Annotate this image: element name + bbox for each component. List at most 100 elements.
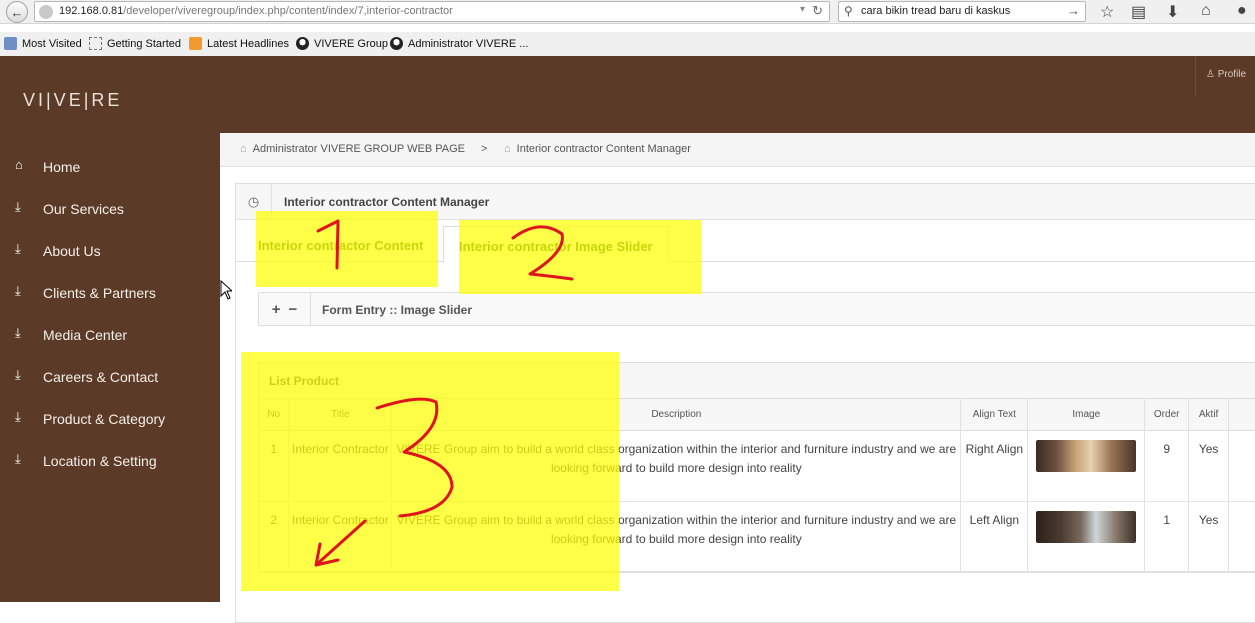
url-dropdown-icon[interactable]: ▾ [800,4,805,15]
most-visited-icon [4,37,17,50]
profile-button[interactable]: ♙ Profile [1195,56,1255,96]
breadcrumb: ⌂ Administrator VIVERE GROUP WEB PAGE > ⌂… [220,133,1255,167]
column-header-align-text: Align Text [960,399,1029,431]
bookmark-vivere-group[interactable]: VIVERE Group [296,37,388,50]
downloads-icon[interactable]: ⬇ [1166,2,1179,22]
download-circle-icon: ⤓ [15,451,21,466]
sidebar-item-home[interactable]: ⌂ Home [0,150,220,180]
sidebar: ⌂ Home ⤓ Our Services ⤓ About Us ⤓ Clients &… [0,133,220,602]
content-manager-widget: ◷ Interior contractor Content Manager In… [235,183,1255,623]
bookmark-most-visited[interactable]: Most Visited [4,37,82,50]
cell-no: 1 [259,430,290,502]
cell-actions [1228,501,1255,573]
sidebar-item-product-category[interactable]: ⤓ Product & Category [0,402,220,432]
address-bar[interactable]: 192.168.0.81/developer/viveregroup/index… [34,1,830,22]
slider-thumbnail[interactable] [1036,439,1137,472]
sidebar-item-clients-partners[interactable]: ⤓ Clients & Partners [0,276,220,306]
globe-icon [39,5,53,19]
rss-icon [189,37,202,50]
download-circle-icon: ⤓ [15,367,21,382]
cell-aktif: Yes [1188,501,1230,573]
widget-title: Interior contractor Content Manager [284,195,490,209]
breadcrumb-root[interactable]: ⌂ Administrator VIVERE GROUP WEB PAGE [240,143,465,155]
product-table: No Title Description Align Text Image Or… [259,399,1255,573]
cell-no: 2 [259,501,290,573]
cell-aktif: Yes [1188,430,1230,502]
table-row: 2 Interior Contractor VIVERE Group aim t… [259,501,1255,573]
column-header-title: Title [288,399,393,431]
home-icon: ⌂ [15,157,23,172]
browser-search-box[interactable]: ⚲ → [838,1,1086,22]
download-circle-icon: ⤓ [15,241,21,256]
bookmark-getting-started[interactable]: Getting Started [89,37,181,50]
home-icon: ⌂ [240,143,247,155]
search-icon: ⚲ [844,4,853,18]
page-icon [89,37,102,50]
reload-icon[interactable]: ↻ [812,3,823,19]
cell-align: Left Align [960,501,1029,573]
cell-title: Interior Contractor [288,501,393,573]
cell-image [1027,501,1146,573]
tab-interior-contractor-image-slider[interactable]: Interior contractor Image Slider [443,226,669,263]
column-header-description: Description [391,399,962,431]
sidebar-item-media-center[interactable]: ⤓ Media Center [0,318,220,348]
download-circle-icon: ⤓ [15,409,21,424]
bookmarks-list-icon[interactable]: ▤ [1131,2,1146,22]
form-entry-panel[interactable]: + − Form Entry :: Image Slider [258,292,1255,326]
minus-icon[interactable]: − [289,301,298,318]
sidebar-item-our-services[interactable]: ⤓ Our Services [0,192,220,222]
search-go-icon[interactable]: → [1067,3,1080,18]
bookmarks-toolbar: Most Visited Getting Started Latest Head… [0,32,1255,56]
cell-description: VIVERE Group aim to build a world class … [391,430,962,502]
tux-icon [390,37,403,50]
bookmark-star-icon[interactable]: ☆ [1100,2,1114,22]
form-entry-title: Form Entry :: Image Slider [322,303,473,317]
url-text: 192.168.0.81/developer/viveregroup/index… [59,5,453,17]
table-row: 1 Interior Contractor VIVERE Group aim t… [259,430,1255,502]
home-icon: ⌂ [504,143,511,155]
download-circle-icon: ⤓ [15,325,21,340]
mouse-cursor-icon [220,280,232,300]
cell-actions [1228,430,1255,502]
column-header-actions [1228,399,1255,431]
cell-order: 9 [1144,430,1190,502]
browser-toolbar: ← 192.168.0.81/developer/viveregroup/ind… [0,0,1255,24]
sidebar-item-careers-contact[interactable]: ⤓ Careers & Contact [0,360,220,390]
user-icon: ♙ [1206,69,1215,80]
slider-thumbnail[interactable] [1036,510,1137,543]
vivere-logo[interactable]: VI|VE|RE [23,90,122,111]
table-header-row: No Title Description Align Text Image Or… [259,399,1255,431]
chat-icon[interactable]: ● [1237,2,1247,20]
home-browser-icon[interactable]: ⌂ [1201,2,1211,20]
column-header-image: Image [1027,399,1146,431]
tab-interior-contractor-content[interactable]: Interior contractor Content [258,226,423,263]
list-product-title: List Product [269,374,340,388]
list-product-header: List Product [259,363,1255,399]
browser-search-input[interactable] [861,5,1061,17]
tab-bar: Interior contractor Content Interior con… [236,220,1255,263]
widget-header: ◷ Interior contractor Content Manager [236,184,1255,220]
tux-icon [296,37,309,50]
form-toggle-icons: + − [259,293,311,325]
back-button[interactable]: ← [6,1,28,23]
cell-image [1027,430,1146,502]
breadcrumb-separator: > [481,143,488,155]
main-content: ⌂ Administrator VIVERE GROUP WEB PAGE > ⌂… [220,133,1255,623]
list-product-panel: List Product No Title Description Align … [258,362,1255,573]
download-circle-icon: ⤓ [15,283,21,298]
cell-description: VIVERE Group aim to build a world class … [391,501,962,573]
bookmark-administrator-vivere[interactable]: Administrator VIVERE ... [390,37,528,50]
app-header: VI|VE|RE ♙ Profile [0,56,1255,133]
download-circle-icon: ⤓ [15,199,21,214]
sidebar-item-about-us[interactable]: ⤓ About Us [0,234,220,264]
cell-align: Right Align [960,430,1029,502]
cell-title: Interior Contractor [288,430,393,502]
column-header-aktif: Aktif [1188,399,1230,431]
cell-order: 1 [1144,501,1190,573]
plus-icon[interactable]: + [272,301,281,318]
clock-icon: ◷ [236,184,272,220]
sidebar-item-location-setting[interactable]: ⤓ Location & Setting [0,444,220,474]
column-header-no: No [259,399,290,431]
bookmark-latest-headlines[interactable]: Latest Headlines [189,37,289,50]
column-header-order: Order [1144,399,1190,431]
